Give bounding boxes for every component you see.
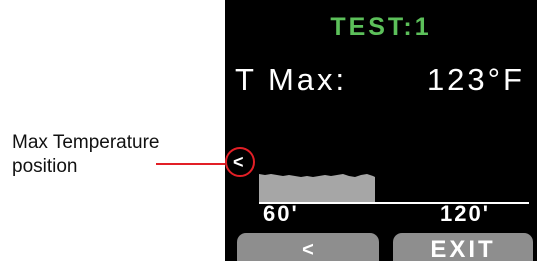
device-screen: TEST:1 T Max: 123°F < 60' 120' < EXIT <box>225 0 537 261</box>
tmax-value: 123°F <box>426 62 525 97</box>
callout-line-2: position <box>12 156 78 177</box>
tmax-label: T Max: <box>235 62 348 97</box>
temperature-histogram <box>259 174 529 204</box>
histogram-area <box>259 174 375 202</box>
callout-label: Max Temperature position <box>12 131 160 179</box>
x-tick-60: 60' <box>263 201 299 226</box>
screen-title: TEST:1 <box>330 13 432 41</box>
x-tick-120: 120' <box>440 201 490 226</box>
exit-button[interactable]: EXIT <box>393 233 533 261</box>
callout-pointer-line <box>156 163 228 165</box>
callout-highlight-circle <box>225 147 255 177</box>
back-button[interactable]: < <box>237 233 379 261</box>
callout-line-1: Max Temperature <box>12 132 160 153</box>
